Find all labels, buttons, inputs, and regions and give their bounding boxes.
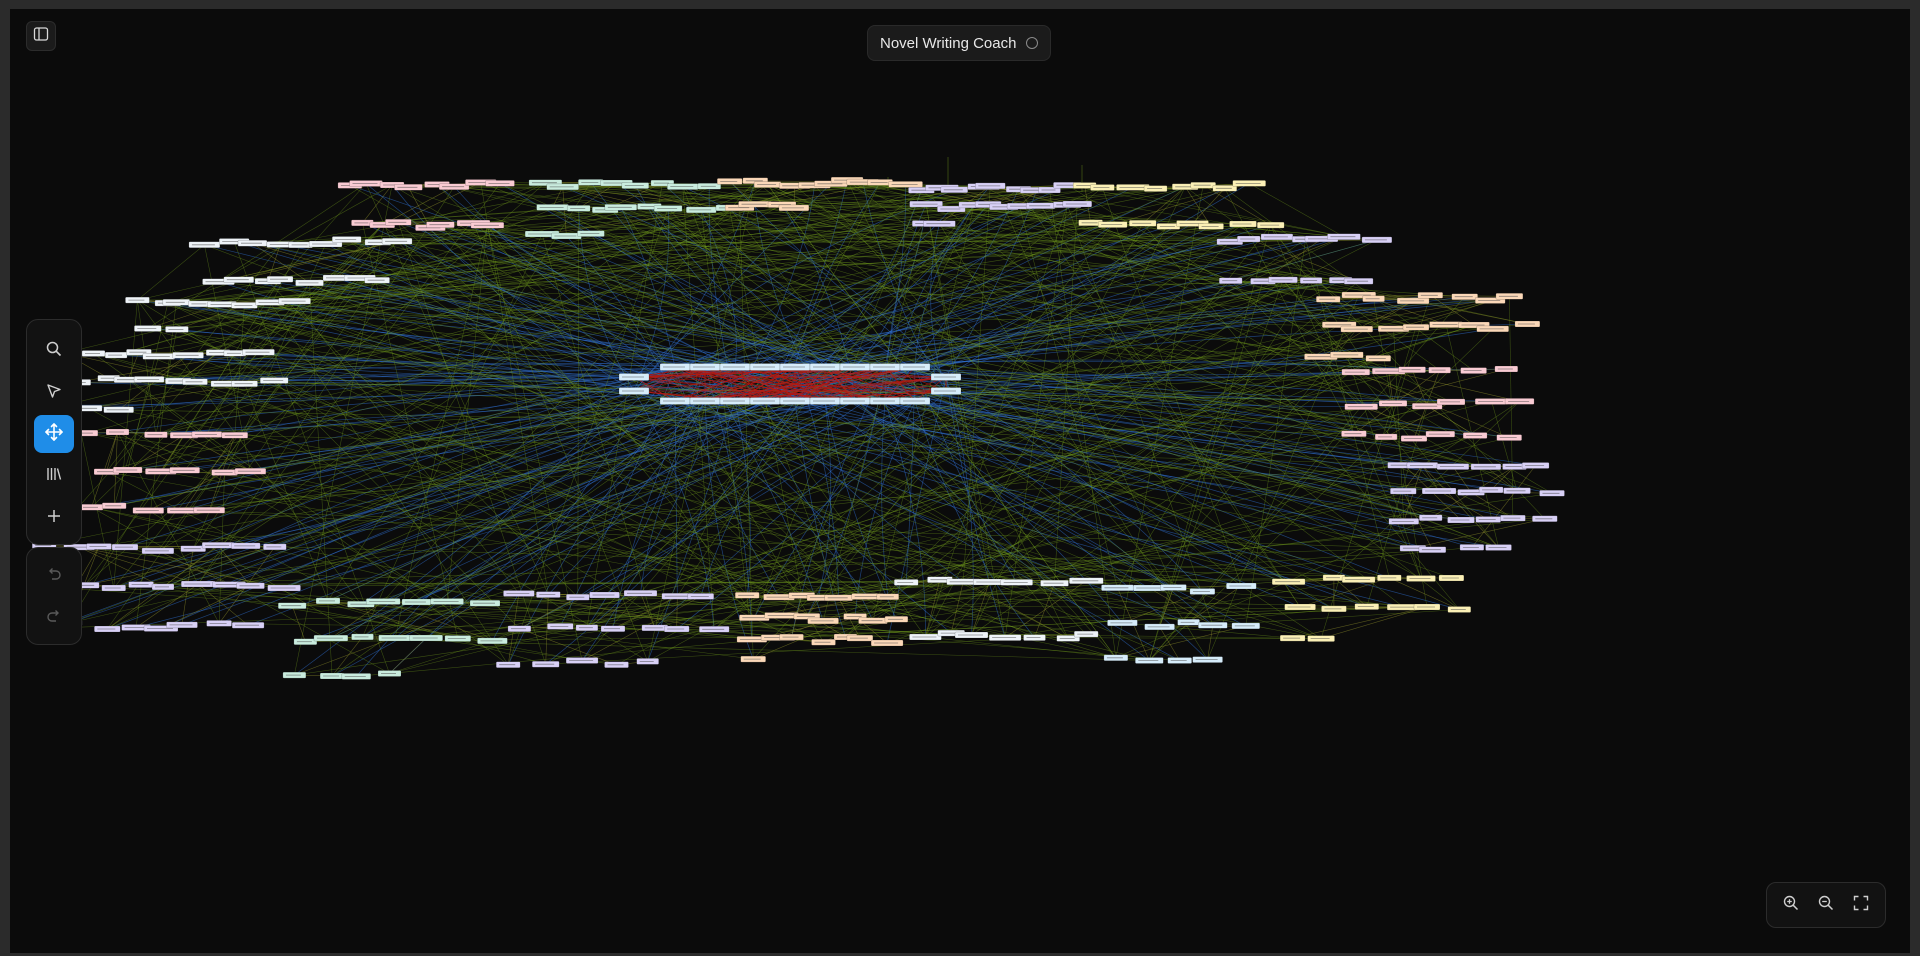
sidebar-toggle-icon [33,26,49,47]
fullscreen-button[interactable] [1847,891,1875,919]
pointer-icon [45,382,63,405]
graph-edge [1388,370,1520,402]
graph-edge [872,466,1515,621]
graph-edge [183,510,1390,579]
redo-button[interactable] [34,598,74,636]
library-icon [45,465,63,488]
graph-edge [389,637,427,674]
graph-edge [1241,585,1322,639]
undo-button[interactable] [34,556,74,594]
graph-edge [206,244,301,435]
graph-edge [269,302,941,580]
cluster-bottom-skyblue [1101,582,1261,664]
tool-palette [26,319,82,545]
graph-edge [1248,238,1359,282]
graph-edge [217,545,251,586]
graph-edge [1413,300,1528,325]
graph-edge [331,636,363,677]
zoom-out-button[interactable] [1812,891,1840,919]
graph-edge [1411,369,1428,407]
zoom-in-icon [1782,894,1800,917]
search-tool-button[interactable] [34,332,74,370]
select-tool-button[interactable] [34,374,74,412]
graph-edge [148,472,225,511]
redo-icon [45,606,63,629]
move-icon [44,422,64,447]
graph-edge [137,299,796,368]
graph-edge [362,184,393,224]
graph-edge [1470,492,1514,519]
sidebar-toggle-button[interactable] [26,21,56,51]
graph-edge [1090,222,1231,281]
graph-edge [88,408,448,602]
history-palette [26,547,82,645]
move-tool-button[interactable] [34,415,74,453]
search-icon [45,340,63,363]
plus-icon [45,507,63,530]
graph-edge [676,596,678,630]
graph-edge [279,241,1230,280]
graph-edge [291,605,306,642]
workspace-title: Novel Writing Coach [880,34,1017,52]
zoom-controls [1766,882,1886,928]
zoom-in-button[interactable] [1777,891,1805,919]
cluster-right-pink [1341,365,1535,442]
graph-edge [457,401,1452,639]
graph-canvas[interactable]: Novel Writing Coach [10,9,1910,953]
graph-edge [360,400,706,605]
graph-edge [160,435,185,472]
graph-edge [137,244,205,301]
knowledge-graph[interactable] [10,9,1910,953]
graph-edge [79,546,199,585]
zoom-out-icon [1817,894,1835,917]
graph-edge [1249,183,1345,237]
graph-edge [1159,279,1284,627]
graph-edge [926,203,1414,302]
status-circle-icon [1026,37,1039,49]
graph-edge [84,546,275,586]
graph-edge [217,182,546,353]
graph-edge [855,490,1404,617]
undo-icon [45,564,63,587]
graph-edge [806,224,1113,617]
graph-edge [1471,465,1536,548]
fullscreen-icon [1852,894,1870,917]
graph-edge [91,400,856,508]
library-tool-button[interactable] [34,457,74,495]
graph-edge [218,184,393,282]
add-node-button[interactable] [34,499,74,537]
workspace-title-pill[interactable]: Novel Writing Coach [867,25,1052,61]
graph-edge [160,471,1087,635]
